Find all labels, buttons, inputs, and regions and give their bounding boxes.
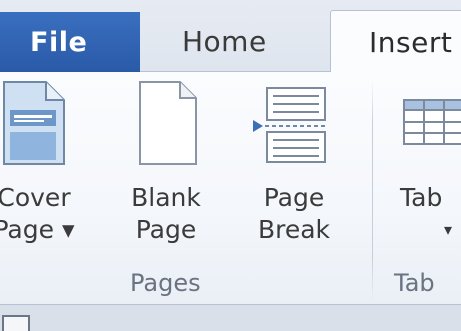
blank-page-label-line1: Blank (131, 183, 201, 212)
cover-page-label-line2: Page ▾ (0, 215, 75, 244)
tab-insert[interactable]: Insert (330, 10, 461, 74)
tab-file[interactable]: File (0, 12, 140, 72)
group-label-pages: Pages (130, 269, 201, 297)
table-icon (403, 99, 461, 145)
tab-home[interactable]: Home (170, 10, 300, 72)
status-bar-box (2, 315, 30, 331)
cover-page-icon (3, 81, 65, 165)
ribbon-body: Cover Page ▾ Blank Page Page Break Pages (0, 72, 461, 304)
page-break-icon (253, 87, 327, 163)
table-button[interactable]: Tab ▾ (392, 80, 461, 246)
blank-page-icon (139, 81, 197, 165)
page-break-label-line2: Break (257, 215, 331, 244)
cover-page-label-line1: Cover (0, 183, 71, 212)
cover-page-button[interactable]: Cover Page ▾ (0, 80, 82, 246)
blank-page-label-line2: Page (135, 215, 197, 244)
table-label-line2: ▾ (444, 220, 453, 239)
blank-page-button[interactable]: Blank Page (118, 80, 214, 246)
page-break-button[interactable]: Page Break (246, 80, 342, 246)
group-separator (372, 80, 373, 302)
group-label-tables: Tab (394, 269, 435, 297)
status-bar (0, 304, 461, 331)
table-label-line1: Tab (400, 183, 443, 212)
ribbon-tab-strip: File Home Insert (0, 0, 461, 74)
page-break-label-line1: Page (263, 183, 325, 212)
